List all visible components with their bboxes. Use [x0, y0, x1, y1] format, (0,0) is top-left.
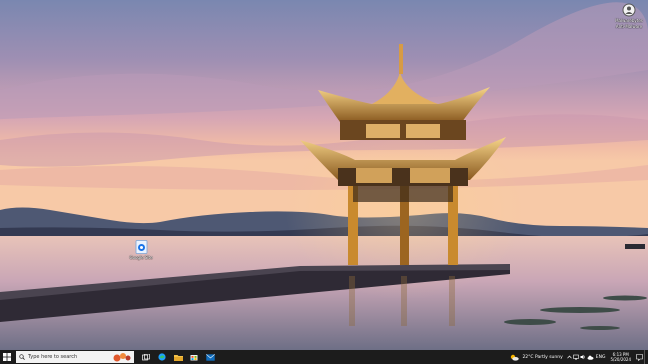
search-box[interactable]: Type here to search	[16, 351, 134, 363]
partly-sunny-icon	[511, 354, 520, 361]
desktop-icon-label: Anti-Malware	[615, 24, 643, 29]
task-view-icon	[142, 353, 150, 360]
language-indicator[interactable]: ENG	[594, 350, 608, 364]
taskbar-app-file-explorer[interactable]	[170, 350, 186, 364]
user-account-icon	[622, 3, 636, 17]
search-icon	[19, 354, 25, 360]
wallpaper-pavilion-sunset	[0, 0, 648, 350]
notifications-button[interactable]	[634, 350, 644, 364]
store-bag-icon	[190, 355, 198, 361]
show-hidden-icons-button[interactable]	[566, 350, 573, 364]
desktop-icon-label: Malwarebytes	[615, 18, 643, 23]
network-button[interactable]	[573, 350, 580, 364]
task-view-button[interactable]	[138, 350, 154, 364]
edge-icon	[158, 353, 166, 361]
show-desktop-button[interactable]	[644, 350, 648, 364]
cloud-icon	[587, 355, 594, 360]
system-tray: 22°C Partly sunny ENG 6:13 PM 5/20/2024	[507, 350, 648, 364]
onedrive-button[interactable]	[587, 350, 594, 364]
search-placeholder: Type here to search	[28, 354, 78, 360]
clock[interactable]: 6:13 PM 5/20/2024	[610, 352, 631, 362]
chevron-up-icon	[567, 355, 572, 359]
desktop-icon-label: Google Site	[129, 255, 153, 260]
notification-icon	[635, 353, 643, 361]
mail-icon	[205, 353, 215, 361]
folder-icon	[173, 354, 183, 361]
taskbar-app-mail[interactable]	[202, 350, 218, 364]
volume-button[interactable]	[580, 350, 587, 364]
desktop-icon-account[interactable]: Malwarebytes Anti-Malware	[609, 3, 648, 29]
taskbar-app-edge[interactable]	[154, 350, 170, 364]
language-text: ENG	[595, 354, 606, 360]
desktop-icon-file[interactable]: Google Site	[121, 240, 161, 260]
clock-date: 5/20/2024	[610, 357, 631, 362]
start-button[interactable]	[0, 350, 14, 364]
network-icon	[573, 354, 580, 360]
weather-text: 22°C Partly sunny	[522, 354, 563, 360]
windows-logo-icon	[3, 353, 11, 361]
taskbar-app-store[interactable]	[186, 350, 202, 364]
desktop[interactable]: Malwarebytes Anti-Malware Google Site	[0, 0, 648, 350]
weather-widget[interactable]: 22°C Partly sunny	[507, 350, 565, 364]
taskbar: Type here to search 22°C Partly sunny EN…	[0, 350, 648, 364]
speaker-icon	[580, 354, 586, 360]
search-highlight-icon	[113, 353, 131, 362]
file-icon	[135, 240, 147, 254]
